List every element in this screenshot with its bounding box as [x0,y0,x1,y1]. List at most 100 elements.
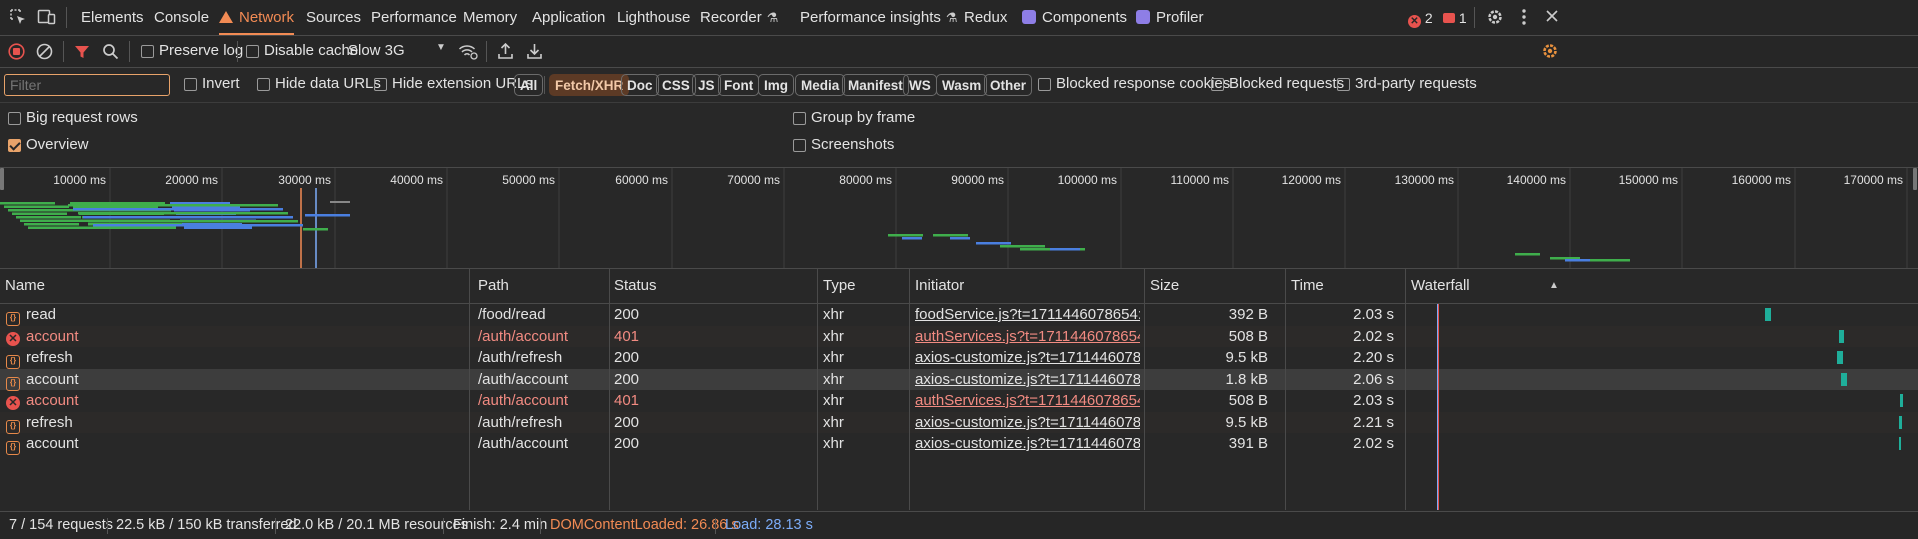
column-header-size[interactable]: Size [1150,269,1179,303]
disable-cache-checkbox[interactable] [246,45,259,58]
error-count: 2 [1424,10,1433,26]
table-row[interactable]: ✕ account/auth/account 401 xhr authServices.… [0,326,1918,347]
hide-extension-urls-checkbox[interactable] [374,78,387,91]
type-filter-media[interactable]: Media [795,74,846,96]
tab-performance[interactable]: Performance [371,0,457,35]
network-overview[interactable]: 10000 ms 20000 ms 30000 ms 40000 ms 50000 ms… [0,168,1918,269]
tab-elements[interactable]: Elements [81,0,144,35]
preserve-log-checkbox[interactable] [141,45,154,58]
request-size: 392 B [1228,306,1268,323]
request-status: 200 [614,306,640,323]
type-filter-js[interactable]: JS [692,74,721,96]
blocked-response-cookies-label: Blocked response cookies [1056,75,1231,92]
import-har-icon[interactable] [497,42,514,60]
request-initiator-link[interactable]: axios-customize.js?t=1711446078654:56 [915,369,1140,390]
tab-console[interactable]: Console [154,0,209,35]
type-filter-other[interactable]: Other [984,74,1033,96]
overview-request-bar [330,201,350,203]
network-conditions-icon[interactable] [458,43,478,60]
column-divider[interactable] [1285,269,1286,510]
request-name: account [26,435,79,452]
third-party-requests-checkbox[interactable] [1337,78,1350,91]
type-filter-manifest[interactable]: Manifest [842,74,909,96]
overview-request-bar [68,204,278,207]
column-divider[interactable] [1144,269,1145,510]
filter-funnel-icon[interactable] [74,44,90,60]
overview-tick-label: 30000 ms [278,173,331,187]
overview-request-bar [93,224,303,227]
overview-request-bar [0,202,55,205]
table-row[interactable]: {} account/auth/account 200 xhr axios-custom… [0,433,1918,455]
table-row[interactable]: {} read/food/read 200 xhr foodService.js?t=1… [0,304,1918,326]
error-count-badge[interactable]: ✕ 2 [1408,9,1433,28]
filter-input[interactable] [4,74,170,96]
export-har-icon[interactable] [526,42,543,60]
column-header-status[interactable]: Status [614,269,657,303]
tab-application[interactable]: Application [532,0,605,35]
overview-request-bar [83,216,293,219]
request-initiator-link[interactable]: foodService.js?t=1711446078654:12 [915,304,1140,325]
request-initiator-link[interactable]: axios-customize.js?t=1711446078654:15 [915,347,1140,368]
clear-icon[interactable] [36,43,53,60]
more-options-icon[interactable] [1521,7,1527,27]
type-filter-css[interactable]: CSS [656,74,696,96]
column-header-initiator[interactable]: Initiator [915,269,964,303]
request-initiator-link[interactable]: authServices.js?t=1711446078654:15 [915,326,1140,347]
column-divider[interactable] [1405,269,1406,510]
type-filter-wasm[interactable]: Wasm [936,74,988,96]
table-row[interactable]: {} refresh/auth/refresh 200 xhr axios-custom… [0,412,1918,434]
hide-data-urls-checkbox[interactable] [257,78,270,91]
request-initiator-link[interactable]: axios-customize.js?t=1711446078654:15 [915,412,1140,433]
big-request-rows-checkbox[interactable] [8,112,21,125]
search-icon[interactable] [102,43,119,60]
type-filter-img[interactable]: Img [758,74,795,96]
inspect-element-icon[interactable] [9,8,27,26]
tab-recorder[interactable]: Recorder ⚗ [700,0,778,35]
tab-sources[interactable]: Sources [306,0,361,35]
type-filter-font[interactable]: Font [718,74,760,96]
issues-count-badge[interactable]: 1 [1443,9,1467,27]
tab-redux[interactable]: Redux [964,0,1007,35]
overview-checkbox[interactable] [8,139,21,152]
devtools-tab-bar: Elements Console Network Sources Perform… [0,0,1918,36]
device-toolbar-icon[interactable] [37,8,57,26]
column-header-name[interactable]: Name [5,269,45,303]
tab-profiler[interactable]: Profiler [1136,0,1204,35]
column-header-path[interactable]: Path [478,269,509,303]
type-filter-all[interactable]: All [514,74,544,96]
request-path: /food/read [478,306,546,323]
blocked-response-cookies-checkbox[interactable] [1038,78,1051,91]
type-filter-fetch-xhr[interactable]: Fetch/XHR [549,74,630,96]
column-divider[interactable] [469,269,470,510]
sort-ascending-icon[interactable]: ▲ [1549,280,1559,291]
type-filter-ws[interactable]: WS [903,74,937,96]
invert-checkbox[interactable] [184,78,197,91]
throttling-select[interactable]: Slow 3G ▼ [348,42,448,62]
request-initiator-link[interactable]: axios-customize.js?t=1711446078654:56 [915,433,1140,454]
column-divider[interactable] [909,269,910,510]
column-divider[interactable] [817,269,818,510]
column-divider[interactable] [609,269,610,510]
type-filter-doc[interactable]: Doc [621,74,659,96]
column-header-waterfall[interactable]: Waterfall [1411,269,1470,303]
network-settings-gear-icon[interactable] [1541,42,1559,60]
tab-lighthouse[interactable]: Lighthouse [617,0,690,35]
table-row[interactable]: {} account/auth/account 200 xhr axios-custom… [0,369,1918,391]
table-row[interactable]: {} refresh/auth/refresh 200 xhr axios-custom… [0,347,1918,369]
column-header-time[interactable]: Time [1291,269,1324,303]
request-waterfall-cell [1407,304,1917,325]
stop-recording-icon[interactable] [8,43,25,60]
close-icon[interactable] [1545,9,1559,23]
tab-memory[interactable]: Memory [463,0,517,35]
blocked-requests-checkbox[interactable] [1211,78,1224,91]
table-row[interactable]: ✕ account/auth/account 401 xhr authServices.… [0,390,1918,411]
settings-gear-icon[interactable] [1486,8,1504,26]
tab-components[interactable]: Components [1022,0,1127,35]
tab-performance-insights[interactable]: Performance insights ⚗ [800,0,958,35]
screenshots-checkbox[interactable] [793,139,806,152]
error-icon: ✕ [6,332,20,346]
tab-network[interactable]: Network [219,0,295,35]
column-header-type[interactable]: Type [823,269,856,303]
group-by-frame-checkbox[interactable] [793,112,806,125]
request-initiator-link[interactable]: authServices.js?t=1711446078654:15 [915,390,1140,411]
